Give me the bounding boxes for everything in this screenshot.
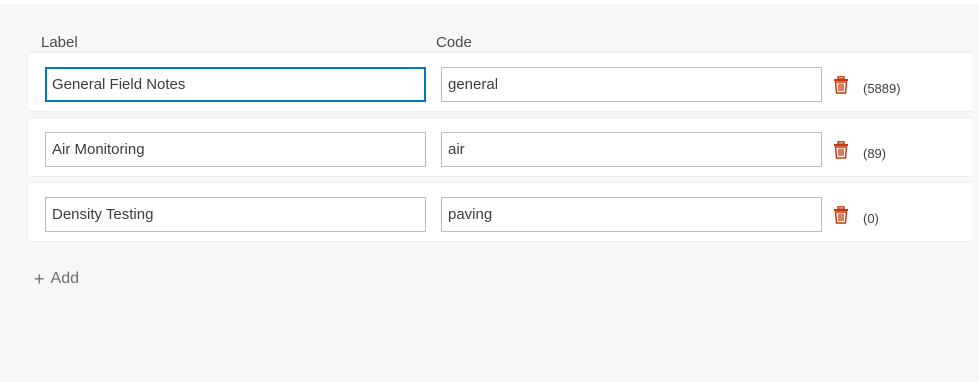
- code-input[interactable]: [441, 197, 822, 232]
- label-column-header: Label: [41, 34, 78, 51]
- code-column-header: Code: [436, 34, 472, 51]
- label-input[interactable]: [45, 67, 426, 102]
- label-input[interactable]: [45, 197, 426, 232]
- record-count: (0): [863, 211, 879, 226]
- add-label: Add: [50, 270, 79, 287]
- label-input[interactable]: [45, 132, 426, 167]
- add-button[interactable]: + Add: [34, 270, 79, 288]
- categories-panel: Label Code (5889): [0, 4, 979, 382]
- trash-icon[interactable]: [833, 141, 849, 159]
- table-row: (89): [29, 117, 972, 177]
- plus-icon: +: [34, 269, 45, 289]
- table-row: (5889): [29, 52, 972, 112]
- record-count: (5889): [863, 81, 901, 96]
- table-row: (0): [29, 182, 972, 242]
- trash-icon[interactable]: [833, 76, 849, 94]
- code-input[interactable]: [441, 132, 822, 167]
- record-count: (89): [863, 146, 887, 161]
- trash-icon[interactable]: [833, 206, 849, 224]
- code-input[interactable]: [441, 67, 822, 102]
